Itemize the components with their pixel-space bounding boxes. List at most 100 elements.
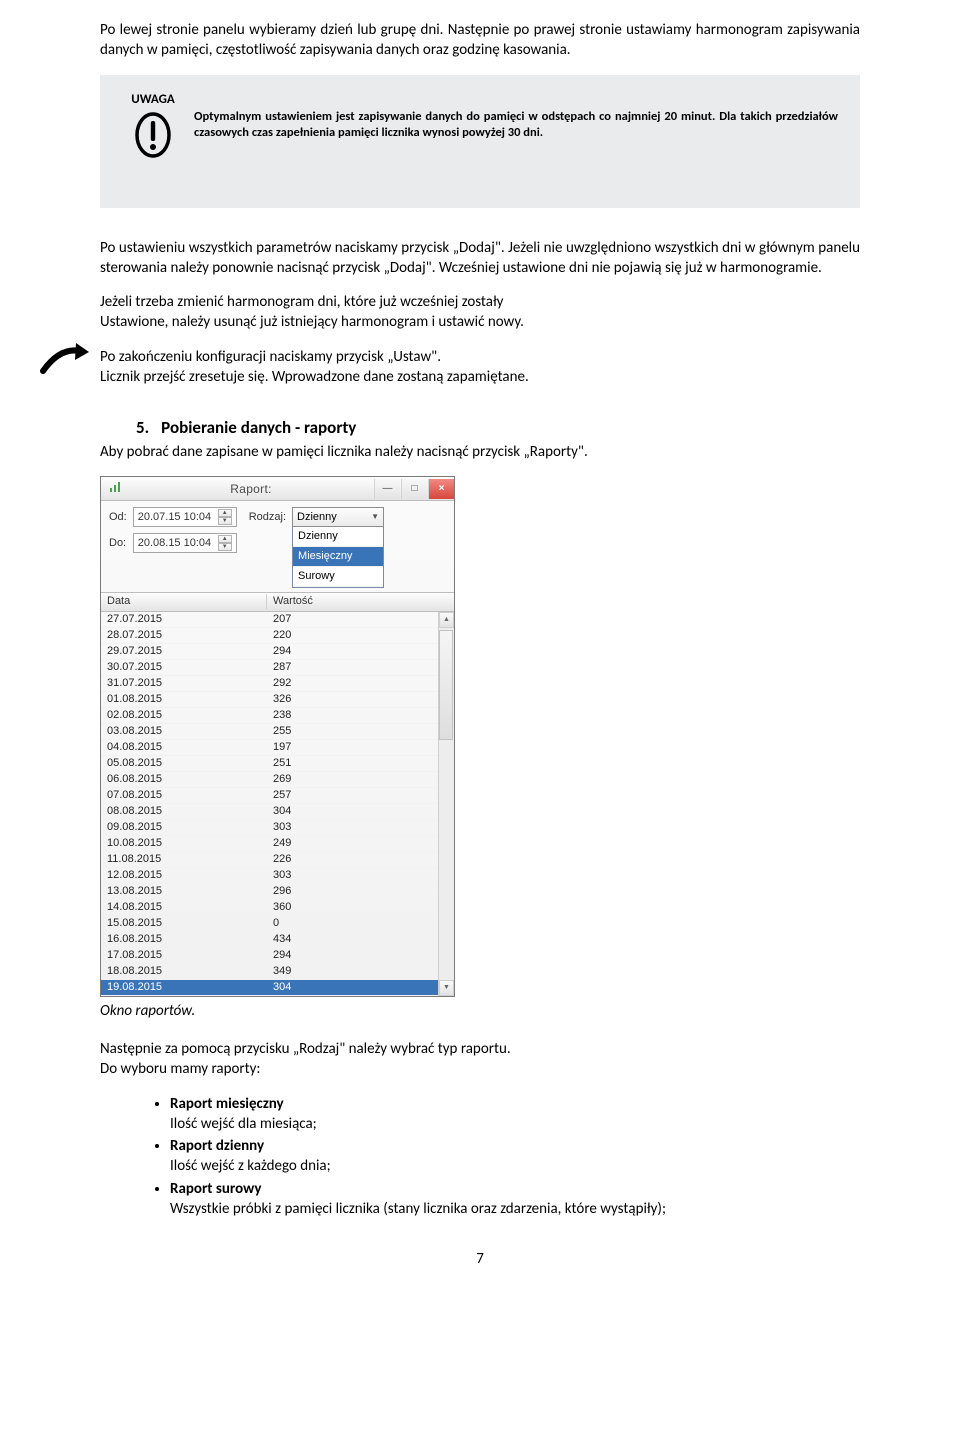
cell-value: 287 (267, 660, 438, 675)
table-row[interactable]: 05.08.2015251 (101, 756, 438, 772)
cell-data: 15.08.2015 (101, 916, 267, 931)
grid-scrollarea: 27.07.201520728.07.201522029.07.20152943… (101, 612, 454, 996)
cell-data: 16.08.2015 (101, 932, 267, 947)
table-row[interactable]: 09.08.2015303 (101, 820, 438, 836)
table-row[interactable]: 29.07.2015294 (101, 644, 438, 660)
table-row[interactable]: 04.08.2015197 (101, 740, 438, 756)
cell-data: 11.08.2015 (101, 852, 267, 867)
cell-data: 13.08.2015 (101, 884, 267, 899)
cell-value: 257 (267, 788, 438, 803)
report-window: Raport: — □ × Od: Do: 20.07.15 10:04 ▲▼ … (100, 476, 455, 997)
cell-data: 29.07.2015 (101, 644, 267, 659)
table-row[interactable]: 13.08.2015296 (101, 884, 438, 900)
app-icon (101, 480, 129, 499)
cell-data: 14.08.2015 (101, 900, 267, 915)
table-row[interactable]: 18.08.2015349 (101, 964, 438, 980)
cell-data: 03.08.2015 (101, 724, 267, 739)
cell-value: 197 (267, 740, 438, 755)
table-row[interactable]: 14.08.2015360 (101, 900, 438, 916)
cell-data: 10.08.2015 (101, 836, 267, 851)
list-item: Raport surowyWszystkie próbki z pamięci … (170, 1179, 860, 1220)
table-row[interactable]: 27.07.2015207 (101, 612, 438, 628)
dodaj-paragraph: Po ustawieniu wszystkich parametrów naci… (100, 238, 860, 279)
cell-data: 12.08.2015 (101, 868, 267, 883)
rodzaj-option[interactable]: Miesięczny (293, 547, 383, 567)
table-row[interactable]: 15.08.20150 (101, 916, 438, 932)
table-row[interactable]: 19.08.2015304 (101, 980, 438, 996)
cell-data: 06.08.2015 (101, 772, 267, 787)
cell-data: 31.07.2015 (101, 676, 267, 691)
table-row[interactable]: 07.08.2015257 (101, 788, 438, 804)
cell-value: 303 (267, 868, 438, 883)
od-label: Od: (109, 507, 127, 527)
close-button[interactable]: × (428, 479, 454, 499)
table-row[interactable]: 17.08.2015294 (101, 948, 438, 964)
col-wartosc[interactable]: Wartość (267, 594, 454, 609)
cell-value: 304 (267, 804, 438, 819)
cell-value: 238 (267, 708, 438, 723)
exclamation-icon (134, 112, 172, 158)
rodzaj-selected: Dzienny (297, 510, 337, 525)
od-value: 20.07.15 10:04 (138, 507, 211, 527)
do-datetime-input[interactable]: 20.08.15 10:04 ▲▼ (133, 533, 237, 553)
cell-data: 08.08.2015 (101, 804, 267, 819)
cell-value: 269 (267, 772, 438, 787)
cell-value: 249 (267, 836, 438, 851)
table-row[interactable]: 12.08.2015303 (101, 868, 438, 884)
scroll-down-button[interactable]: ▼ (439, 980, 454, 996)
table-row[interactable]: 01.08.2015326 (101, 692, 438, 708)
warning-text: Optymalnym ustawieniem jest zapisywanie … (184, 91, 838, 143)
table-row[interactable]: 06.08.2015269 (101, 772, 438, 788)
section-title-text: Pobieranie danych - raporty (161, 417, 356, 438)
list-item: Raport miesięcznyIlość wejść dla miesiąc… (170, 1094, 860, 1135)
rodzaj-label: Rodzaj: (249, 507, 286, 527)
cell-data: 05.08.2015 (101, 756, 267, 771)
option-sub: Wszystkie próbki z pamięci licznika (sta… (170, 1199, 860, 1219)
grid-header: Data Wartość (101, 592, 454, 612)
table-row[interactable]: 28.07.2015220 (101, 628, 438, 644)
table-row[interactable]: 10.08.2015249 (101, 836, 438, 852)
cell-value: 251 (267, 756, 438, 771)
table-row[interactable]: 03.08.2015255 (101, 724, 438, 740)
table-row[interactable]: 30.07.2015287 (101, 660, 438, 676)
filter-row: Od: Do: 20.07.15 10:04 ▲▼ 20.08.15 10:04… (101, 501, 454, 592)
cell-value: 294 (267, 644, 438, 659)
do-value: 20.08.15 10:04 (138, 533, 211, 553)
next-paragraph: Następnie za pomocą przycisku „Rodzaj" n… (100, 1039, 860, 1080)
table-row[interactable]: 08.08.2015304 (101, 804, 438, 820)
od-spinner[interactable]: ▲▼ (218, 509, 232, 525)
option-title: Raport dzienny (170, 1137, 264, 1155)
rodzaj-select[interactable]: Dzienny ▼ (292, 507, 384, 527)
report-options-list: Raport miesięcznyIlość wejść dla miesiąc… (170, 1094, 860, 1220)
change-paragraph: Jeżeli trzeba zmienić harmonogram dni, k… (100, 292, 860, 333)
cell-data: 17.08.2015 (101, 948, 267, 963)
maximize-button[interactable]: □ (401, 479, 427, 499)
col-data[interactable]: Data (101, 594, 267, 609)
cell-value: 292 (267, 676, 438, 691)
od-datetime-input[interactable]: 20.07.15 10:04 ▲▼ (133, 507, 237, 527)
table-row[interactable]: 16.08.2015434 (101, 932, 438, 948)
section-number: 5. (136, 417, 149, 440)
cell-data: 09.08.2015 (101, 820, 267, 835)
window-title: Raport: (129, 481, 373, 497)
cell-value: 294 (267, 948, 438, 963)
scroll-thumb[interactable] (439, 630, 453, 740)
warning-label: UWAGA (131, 92, 175, 107)
table-row[interactable]: 02.08.2015238 (101, 708, 438, 724)
cell-data: 04.08.2015 (101, 740, 267, 755)
table-row[interactable]: 31.07.2015292 (101, 676, 438, 692)
rodzaj-option[interactable]: Surowy (293, 567, 383, 587)
cell-data: 27.07.2015 (101, 612, 267, 627)
do-spinner[interactable]: ▲▼ (218, 535, 232, 551)
rodzaj-option[interactable]: Dzienny (293, 527, 383, 547)
cell-value: 255 (267, 724, 438, 739)
cell-value: 296 (267, 884, 438, 899)
minimize-button[interactable]: — (374, 479, 400, 499)
warning-left: UWAGA (122, 91, 184, 164)
option-title: Raport miesięczny (170, 1095, 284, 1113)
cell-data: 01.08.2015 (101, 692, 267, 707)
cell-data: 18.08.2015 (101, 964, 267, 979)
table-row[interactable]: 11.08.2015226 (101, 852, 438, 868)
vertical-scrollbar[interactable]: ▲ ▼ (438, 612, 454, 996)
scroll-up-button[interactable]: ▲ (439, 612, 454, 628)
